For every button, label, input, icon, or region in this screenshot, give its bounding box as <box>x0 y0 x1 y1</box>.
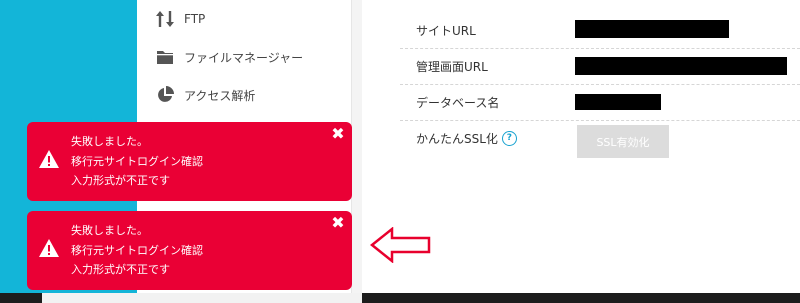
toast-line-3: 入力形式が不正です <box>71 174 170 187</box>
toast-line-1: 失敗しました。 <box>71 135 148 148</box>
redacted-admin-url <box>575 57 787 75</box>
site-url-label: サイトURL <box>416 23 476 38</box>
easy-ssl-label-wrap: かんたんSSL化 ? <box>416 120 517 156</box>
annotation-arrow-icon <box>370 227 431 263</box>
easy-ssl-label: かんたんSSL化 <box>416 131 498 146</box>
panel-gutter <box>352 0 362 303</box>
toast-message: 失敗しました。 移行元サイトログイン確認 入力形式が不正です <box>71 221 203 280</box>
menu-item-ftp[interactable]: FTP <box>155 8 205 30</box>
bottom-bar-light-segment <box>42 293 362 303</box>
ssl-enable-button[interactable]: SSL有効化 <box>577 125 669 158</box>
menu-item-access-analytics[interactable]: アクセス解析 <box>155 84 255 106</box>
error-toast: ✖ 失敗しました。 移行元サイトログイン確認 入力形式が不正です <box>27 211 352 290</box>
warning-icon <box>38 149 60 169</box>
close-icon[interactable]: ✖ <box>331 126 345 142</box>
ftp-transfer-icon <box>155 9 175 29</box>
toast-line-1: 失敗しました。 <box>71 224 148 237</box>
redacted-site-url <box>575 20 729 38</box>
toast-line-2: 移行元サイトログイン確認 <box>71 154 203 168</box>
menu-item-label: FTP <box>184 12 206 26</box>
database-name-label: データベース名 <box>416 95 500 110</box>
toast-line-2: 移行元サイトログイン確認 <box>71 243 203 257</box>
folder-icon <box>155 47 175 67</box>
menu-item-label: アクセス解析 <box>184 88 256 103</box>
toast-line-3: 入力形式が不正です <box>71 263 170 276</box>
redacted-database-name <box>575 94 661 110</box>
menu-item-label: ファイルマネージャー <box>184 50 304 65</box>
pie-chart-icon <box>155 85 175 105</box>
bottom-bar <box>0 293 800 303</box>
menu-item-file-manager[interactable]: ファイルマネージャー <box>155 46 303 68</box>
help-icon[interactable]: ? <box>501 130 517 146</box>
error-toast: ✖ 失敗しました。 移行元サイトログイン確認 入力形式が不正です <box>27 122 352 201</box>
close-icon[interactable]: ✖ <box>331 215 345 231</box>
warning-icon <box>38 238 60 258</box>
toast-message: 失敗しました。 移行元サイトログイン確認 入力形式が不正です <box>71 132 203 191</box>
admin-url-label: 管理画面URL <box>416 59 488 74</box>
